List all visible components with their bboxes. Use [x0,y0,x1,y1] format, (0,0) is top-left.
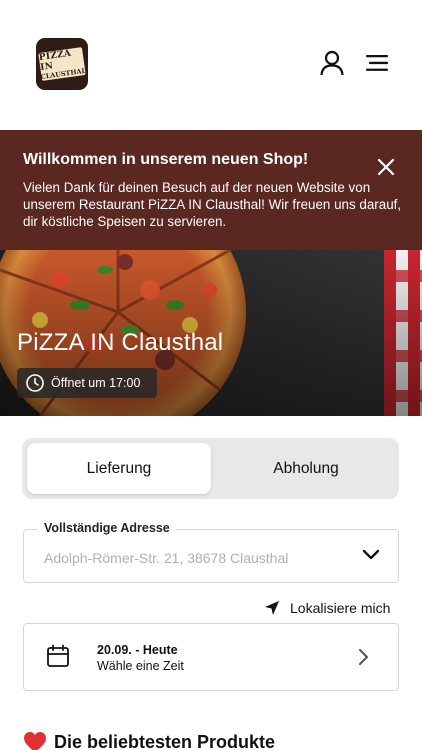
banner-title: Willkommen in unserem neuen Shop! [23,151,309,168]
order-mode-toggle: Lieferung Abholung [22,438,399,499]
popular-products-title: Die beliebtesten Produkte [54,731,276,750]
user-icon [320,50,344,76]
address-placeholder: Adolph-Römer-Str. 21, 38678 Clausthal [44,550,289,566]
hamburger-menu-icon [366,55,388,71]
hero-image: PiZZA IN Clausthal Öffnet um 17:00 [0,250,422,416]
chevron-down-icon[interactable] [362,549,380,561]
banner-text: Vielen Dank für deinen Besuch auf der ne… [23,180,402,229]
close-icon [377,158,395,176]
banner-close-button[interactable] [373,154,399,180]
locate-me-button[interactable]: Lokalisiere mich [264,598,390,618]
time-selector-subtitle: Wähle eine Zeit [97,659,184,673]
location-arrow-icon [265,601,279,615]
time-selector-title: 20.09. - Heute [97,643,178,657]
address-field[interactable]: Vollständige Adresse Adolph-Römer-Str. 2… [23,521,399,583]
restaurant-name: PiZZA IN Clausthal [17,329,224,356]
locate-me-label: Lokalisiere mich [290,600,391,616]
popular-products-heading: Die beliebtesten Produkte [23,731,275,750]
tab-pickup[interactable]: Abholung [214,443,398,494]
logo-badge: PIZZA IN CLAUSTHAL [38,47,87,81]
opening-time-text: Öffnet um 17:00 [51,376,141,390]
tab-delivery[interactable]: Lieferung [27,443,211,494]
calendar-icon [47,644,69,667]
account-button[interactable] [317,48,347,78]
opening-time-badge: Öffnet um 17:00 [17,368,157,398]
menu-button[interactable] [362,48,392,78]
heart-icon [24,732,46,750]
header: PIZZA IN CLAUSTHAL [0,0,422,130]
time-selector[interactable]: 20.09. - Heute Wähle eine Zeit [23,623,399,691]
restaurant-logo[interactable]: PIZZA IN CLAUSTHAL [36,38,88,90]
chevron-right-icon [359,649,368,665]
clock-icon [26,374,44,392]
address-label: Vollständige Adresse [38,521,176,535]
welcome-banner: Willkommen in unserem neuen Shop! Vielen… [0,130,422,250]
